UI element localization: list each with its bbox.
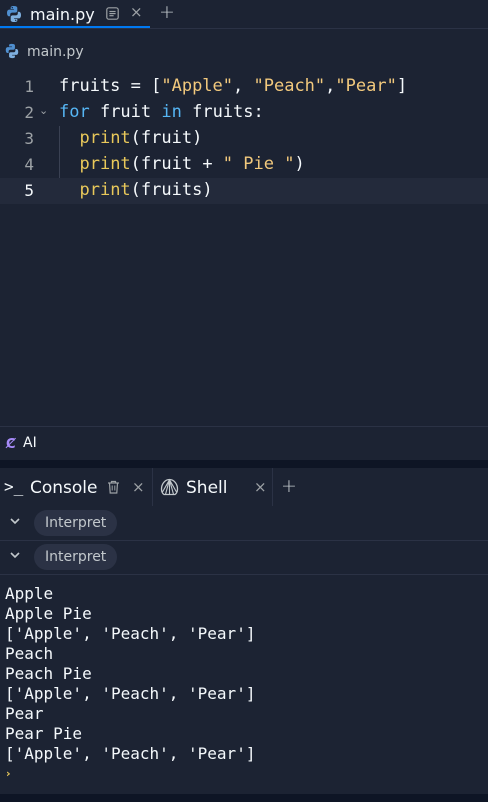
console-output-line: Pear	[5, 704, 44, 723]
add-tab-button[interactable]: +	[159, 1, 175, 23]
code-line[interactable]: 5 print(fruits)	[0, 178, 488, 204]
code-token: (fruit +	[130, 154, 223, 174]
interpret-pill[interactable]: Interpret	[34, 544, 118, 570]
tab-console-label: Console	[30, 478, 98, 498]
code-token: )	[294, 154, 305, 174]
code-text: print(fruit + " Pie ")	[59, 154, 305, 174]
fold-chevron-icon[interactable]: ⌄	[39, 104, 48, 117]
code-editor[interactable]: 1 fruits = ["Apple", "Peach","Pear"] 2 ⌄ for…	[0, 74, 488, 424]
tab-main-py[interactable]: main.py ×	[0, 0, 150, 28]
code-token: (fruit)	[130, 128, 203, 148]
ai-bar[interactable]: Ȼ AI	[0, 426, 488, 461]
code-token: print	[79, 154, 131, 174]
pane-divider[interactable]	[0, 460, 488, 468]
code-token: ,	[233, 76, 254, 96]
code-line[interactable]: 2 ⌄ for fruit in fruits:	[0, 100, 488, 126]
code-token: in	[161, 102, 182, 122]
line-number: 4	[24, 155, 34, 174]
add-panel-tab-button[interactable]: +	[281, 475, 297, 497]
interpret-pill[interactable]: Interpret	[34, 510, 118, 536]
code-token: print	[79, 128, 131, 148]
breadcrumb-file[interactable]: main.py	[27, 44, 84, 60]
console-prompt-icon: ›	[6, 767, 11, 780]
ai-label: AI	[23, 435, 37, 451]
code-token: "Apple"	[161, 76, 234, 96]
tab-console[interactable]: >_ Console ×	[0, 468, 153, 506]
console-output-line: Apple	[5, 584, 54, 603]
code-token: fruits:	[181, 102, 264, 122]
interpret-row: Interpret	[0, 506, 488, 541]
code-token: ,	[325, 76, 336, 96]
breadcrumb: main.py	[0, 38, 488, 64]
close-icon[interactable]: ×	[132, 478, 145, 496]
console-output-line: Pear Pie	[5, 724, 83, 743]
python-icon	[7, 6, 21, 22]
tab-main-py-label: main.py	[30, 5, 95, 24]
code-token: print	[79, 180, 131, 200]
code-text: fruits = ["Apple", "Peach","Pear"]	[59, 76, 407, 96]
code-line[interactable]: 4 print(fruit + " Pie ")	[0, 152, 488, 178]
close-icon[interactable]: ×	[130, 3, 143, 21]
chevron-down-icon[interactable]	[9, 549, 21, 561]
code-line[interactable]: 3 print(fruit)	[0, 126, 488, 152]
console-output[interactable]: Interpret Interpret › Apple Apple Pie ['Ap…	[0, 506, 488, 794]
console-output-line: Peach	[5, 644, 54, 663]
tab-shell[interactable]: Shell ×	[152, 468, 273, 506]
bottom-strip	[0, 794, 488, 802]
code-token: for	[59, 102, 90, 122]
console-output-line: ['Apple', 'Peach', 'Pear']	[5, 684, 256, 703]
terminal-icon: >_	[4, 477, 24, 496]
line-number: 2	[24, 103, 34, 122]
code-text: print(fruits)	[59, 180, 213, 200]
line-number: 3	[24, 129, 34, 148]
code-text: for fruit in fruits:	[59, 102, 264, 122]
line-number: 5	[24, 181, 34, 200]
ai-icon: Ȼ	[6, 437, 16, 452]
panel-tabbar: >_ Console × Shell × +	[0, 468, 488, 507]
code-token: ]	[396, 76, 408, 96]
tab-shell-label: Shell	[186, 478, 228, 498]
code-token: "Pear"	[335, 76, 397, 96]
python-icon	[5, 43, 19, 59]
trash-icon[interactable]	[107, 480, 120, 494]
console-output-line: Apple Pie	[5, 604, 92, 623]
chevron-down-icon[interactable]	[9, 515, 21, 527]
code-token: " Pie "	[222, 154, 295, 174]
code-token: fruits = [	[59, 76, 162, 96]
preview-icon[interactable]	[106, 7, 119, 20]
console-output-line: Peach Pie	[5, 664, 92, 683]
close-icon[interactable]: ×	[254, 478, 267, 496]
interpret-row: Interpret	[0, 540, 488, 575]
code-line[interactable]: 1 fruits = ["Apple", "Peach","Pear"]	[0, 74, 488, 100]
code-text: print(fruit)	[59, 128, 202, 148]
code-token: fruit	[89, 102, 162, 122]
line-number: 1	[24, 77, 34, 96]
shell-icon	[160, 478, 179, 496]
console-output-line: ['Apple', 'Peach', 'Pear']	[5, 624, 256, 643]
console-output-line: ['Apple', 'Peach', 'Pear']	[5, 744, 256, 763]
code-token: "Peach"	[253, 76, 326, 96]
editor-tabbar: main.py × +	[0, 0, 488, 29]
code-token: (fruits)	[130, 180, 213, 200]
